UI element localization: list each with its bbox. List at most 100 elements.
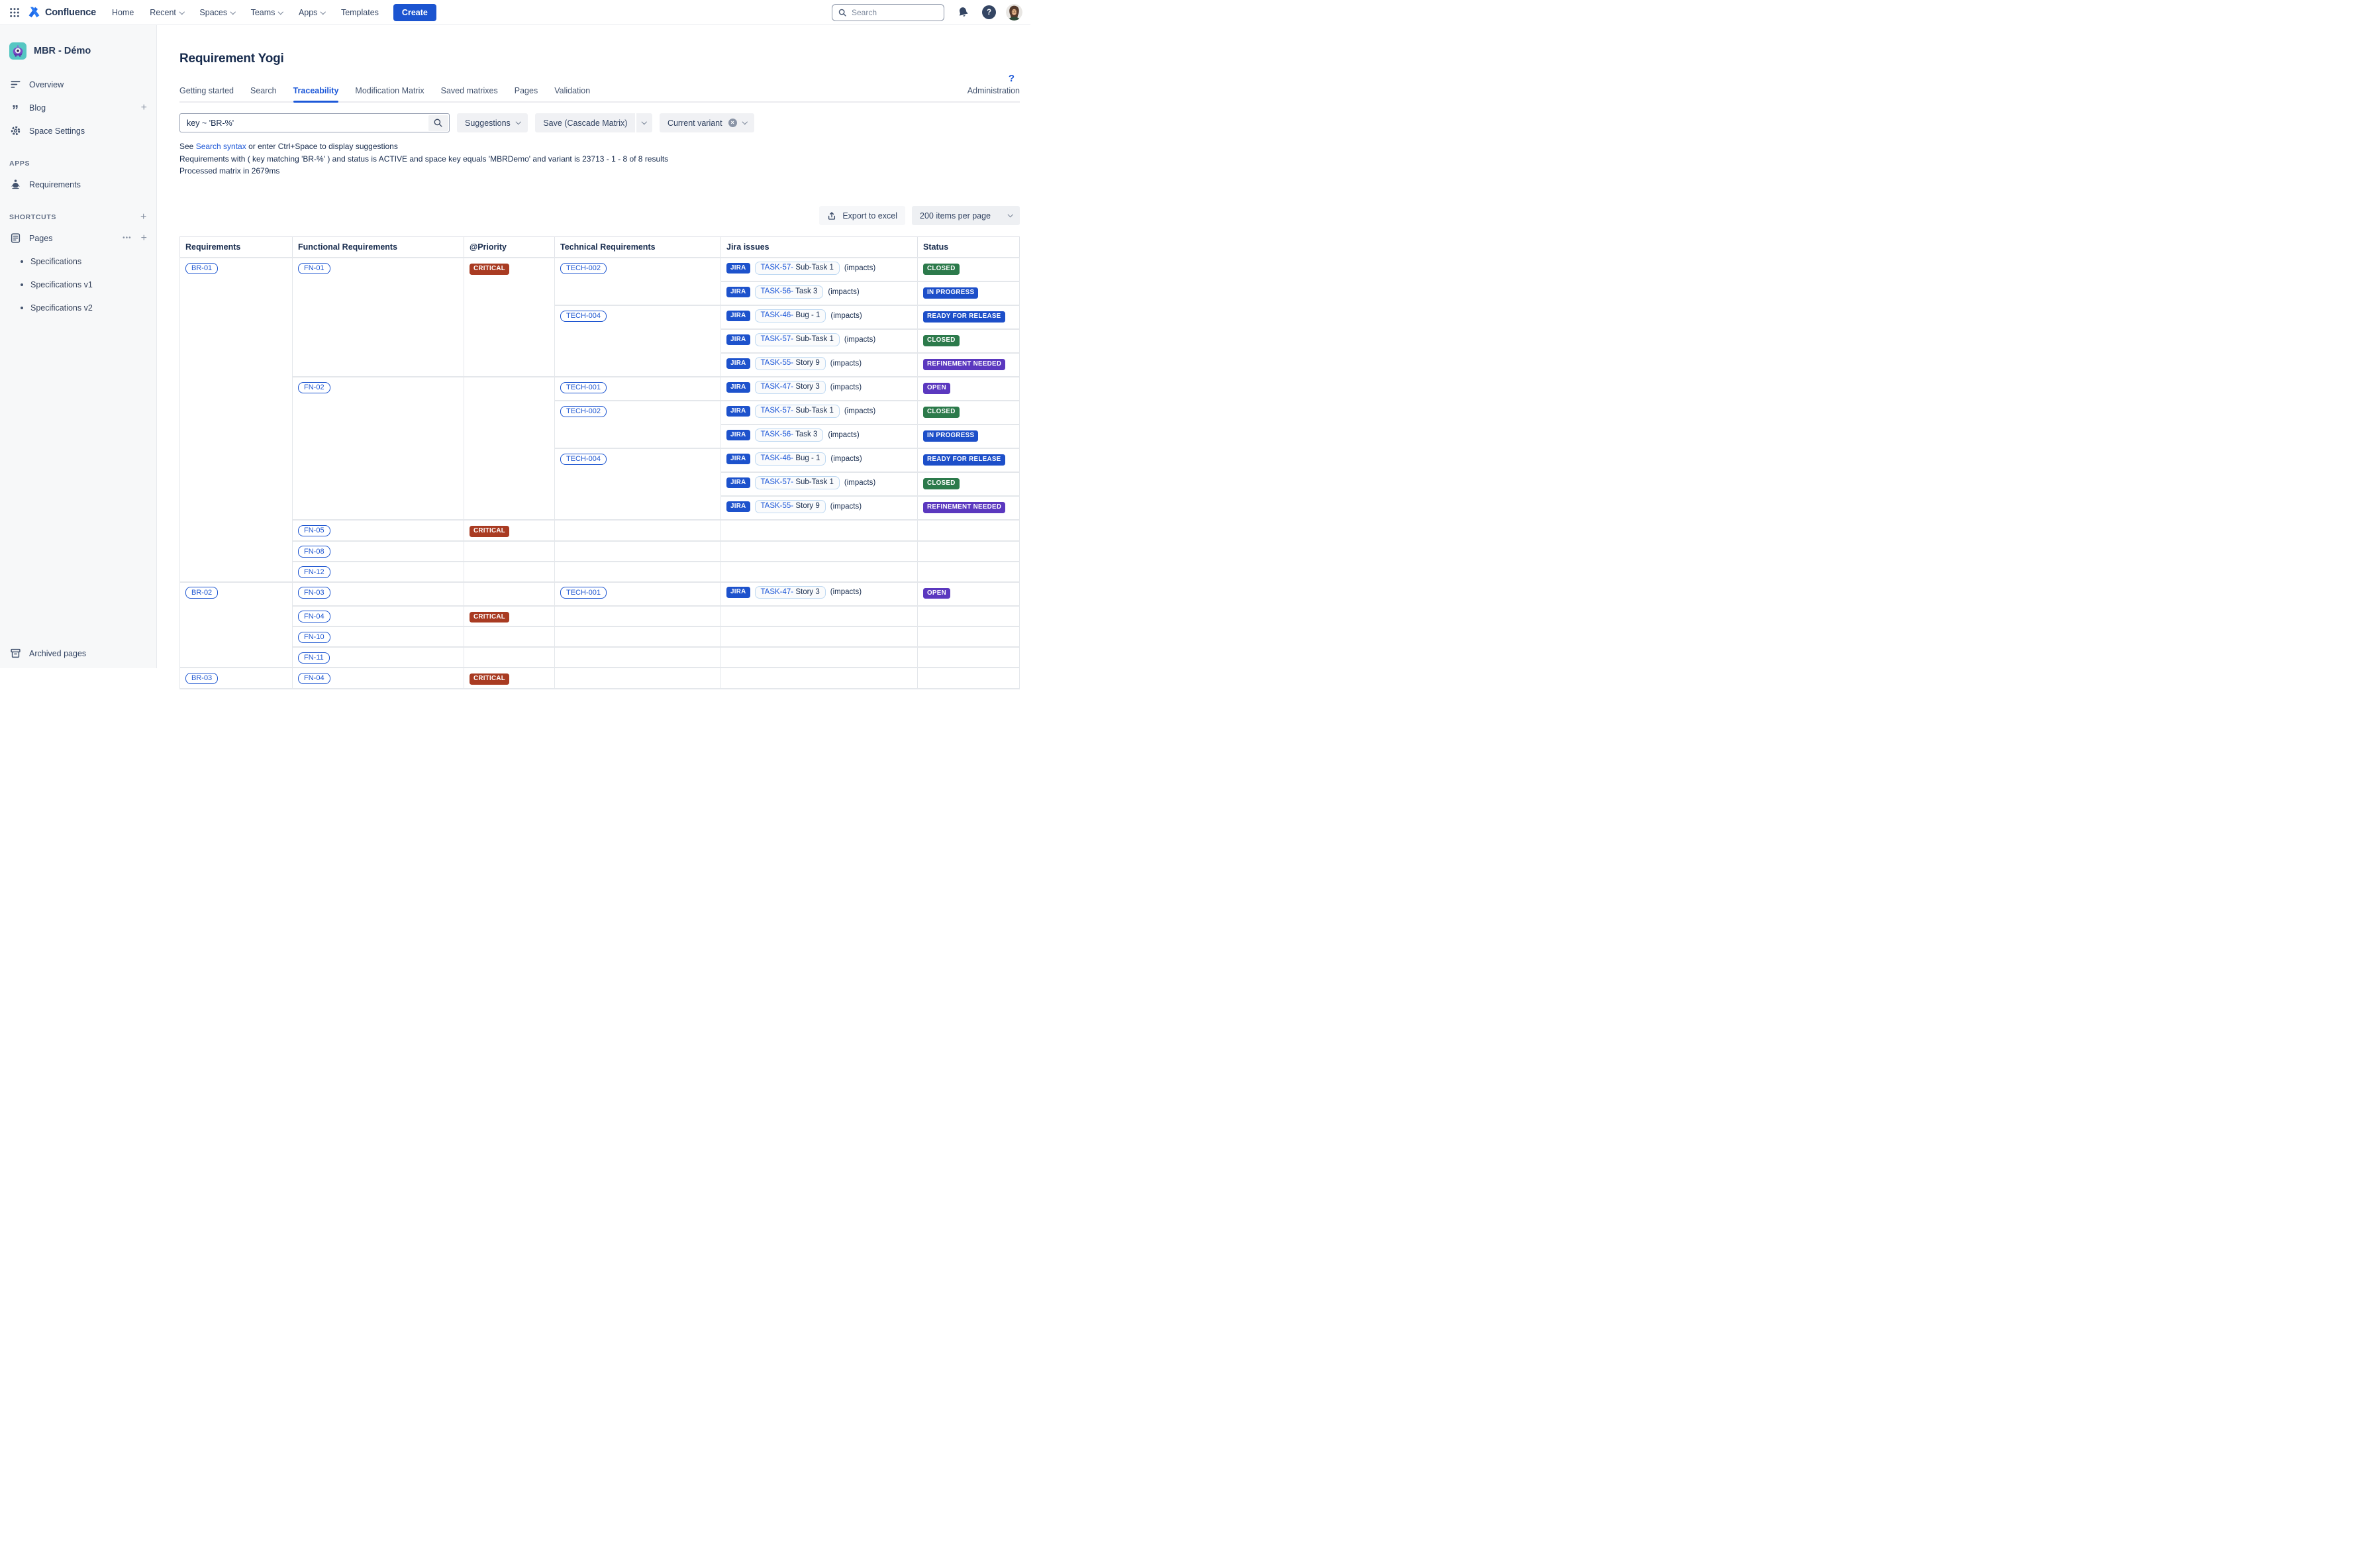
- jira-issue-key: TASK-47-: [761, 383, 794, 391]
- jira-issue-link[interactable]: TASK-56- Task 3: [755, 285, 824, 299]
- sidebar-item-archived-pages[interactable]: Archived pages: [0, 642, 156, 665]
- suggestions-button[interactable]: Suggestions: [457, 113, 528, 132]
- add-blog-button[interactable]: +: [141, 103, 147, 113]
- jira-issue-line: JIRATASK-57- Sub-Task 1(impacts): [726, 333, 912, 346]
- jira-issue-link[interactable]: TASK-55- Story 9: [755, 500, 826, 513]
- query-input[interactable]: key ~ 'BR-%': [179, 113, 450, 132]
- requirement-key-pill[interactable]: BR-02: [185, 587, 218, 599]
- jira-issue-cell: JIRATASK-46- Bug - 1(impacts): [721, 448, 918, 472]
- sidebar-item-blog[interactable]: ” Blog +: [0, 96, 156, 119]
- run-search-button[interactable]: [428, 115, 448, 131]
- empty-cell: [721, 606, 918, 627]
- jira-issue-link[interactable]: TASK-57- Sub-Task 1: [755, 262, 840, 275]
- export-to-excel-button[interactable]: Export to excel: [819, 206, 905, 225]
- requirement-key-pill[interactable]: FN-11: [298, 652, 330, 664]
- global-search-input[interactable]: Search: [832, 4, 944, 21]
- add-shortcut-button[interactable]: +: [140, 213, 147, 222]
- status-cell: READY FOR RELEASE: [918, 448, 1020, 472]
- nav-item-recent[interactable]: Recent: [150, 8, 183, 17]
- nav-item-apps[interactable]: Apps: [299, 8, 325, 17]
- nav-item-home[interactable]: Home: [112, 8, 134, 17]
- jira-type-badge: JIRA: [726, 501, 750, 513]
- column-header-priority: @Priority: [464, 237, 555, 258]
- jira-issue-link[interactable]: TASK-47- Story 3: [755, 586, 826, 599]
- jira-issue-link[interactable]: TASK-55- Story 9: [755, 357, 826, 370]
- jira-issue-cell: JIRATASK-57- Sub-Task 1(impacts): [721, 258, 918, 281]
- pages-child-list: SpecificationsSpecifications v1Specifica…: [0, 250, 156, 319]
- jira-issue-link[interactable]: TASK-46- Bug - 1: [755, 452, 826, 466]
- tab-search[interactable]: Search: [250, 86, 277, 101]
- requirement-key-pill[interactable]: FN-12: [298, 566, 330, 578]
- nav-item-spaces[interactable]: Spaces: [199, 8, 234, 17]
- jira-issue-link[interactable]: TASK-57- Sub-Task 1: [755, 405, 840, 418]
- search-hint: See Search syntax or enter Ctrl+Space to…: [179, 142, 1020, 151]
- tab-validation[interactable]: Validation: [554, 86, 590, 101]
- tab-modification-matrix[interactable]: Modification Matrix: [355, 86, 424, 101]
- sidebar-page-specifications[interactable]: Specifications: [0, 250, 156, 273]
- sidebar-item-requirements[interactable]: Requirements: [0, 173, 156, 196]
- requirement-key-pill[interactable]: FN-02: [298, 382, 330, 394]
- items-per-page-select[interactable]: 200 items per page: [912, 206, 1020, 225]
- clear-variant-icon[interactable]: ×: [728, 119, 737, 127]
- requirement-key-pill[interactable]: TECH-004: [560, 311, 607, 323]
- jira-issue-link[interactable]: TASK-57- Sub-Task 1: [755, 476, 840, 489]
- jira-issue-key: TASK-46-: [761, 311, 794, 319]
- empty-cell: [464, 562, 555, 582]
- space-header[interactable]: MBR - Démo: [0, 42, 156, 60]
- impacts-label: (impacts): [830, 455, 862, 463]
- current-variant-button[interactable]: Current variant ×: [660, 113, 754, 132]
- ry-help-icon[interactable]: ?: [1009, 73, 1015, 84]
- sidebar-item-space-settings[interactable]: Space Settings: [0, 119, 156, 142]
- tab-getting-started[interactable]: Getting started: [179, 86, 234, 101]
- requirement-key-pill[interactable]: FN-05: [298, 525, 330, 537]
- requirement-key-pill[interactable]: TECH-002: [560, 406, 607, 418]
- tab-administration[interactable]: Administration: [967, 86, 1020, 101]
- space-name: MBR - Démo: [34, 46, 91, 56]
- status-badge: READY FOR RELEASE: [923, 311, 1005, 323]
- tab-traceability[interactable]: Traceability: [293, 86, 339, 101]
- jira-issue-key: TASK-55-: [761, 502, 794, 510]
- save-options-button[interactable]: [636, 113, 652, 132]
- confluence-home-link[interactable]: Confluence: [28, 6, 96, 19]
- save-cascade-matrix-button[interactable]: Save (Cascade Matrix): [535, 113, 635, 132]
- requirement-cell: FN-10: [293, 626, 464, 647]
- table-row: FN-10: [180, 626, 1020, 647]
- requirement-key-pill[interactable]: TECH-001: [560, 382, 607, 394]
- priority-cell: [464, 377, 555, 520]
- requirement-key-pill[interactable]: FN-04: [298, 673, 330, 685]
- requirement-key-pill[interactable]: TECH-004: [560, 454, 607, 466]
- requirement-key-pill[interactable]: FN-04: [298, 611, 330, 622]
- jira-issue-link[interactable]: TASK-46- Bug - 1: [755, 309, 826, 323]
- app-switcher-button[interactable]: [7, 5, 23, 21]
- requirement-key-pill[interactable]: BR-03: [185, 673, 218, 685]
- jira-issue-link[interactable]: TASK-57- Sub-Task 1: [755, 333, 840, 346]
- jira-issue-link[interactable]: TASK-47- Story 3: [755, 381, 826, 394]
- requirement-key-pill[interactable]: FN-01: [298, 263, 330, 275]
- requirement-key-pill[interactable]: TECH-001: [560, 587, 607, 599]
- nav-item-templates[interactable]: Templates: [341, 8, 379, 17]
- requirement-key-pill[interactable]: FN-10: [298, 632, 330, 644]
- jira-issue-link[interactable]: TASK-56- Task 3: [755, 428, 824, 442]
- nav-item-teams[interactable]: Teams: [251, 8, 283, 17]
- requirement-cell: FN-08: [293, 541, 464, 562]
- requirement-key-pill[interactable]: BR-01: [185, 263, 218, 275]
- requirement-key-pill[interactable]: FN-08: [298, 546, 330, 558]
- sidebar-item-overview[interactable]: Overview: [0, 73, 156, 96]
- table-row: FN-05CRITICAL: [180, 520, 1020, 541]
- search-syntax-link[interactable]: Search syntax: [196, 142, 246, 151]
- priority-cell: CRITICAL: [464, 668, 555, 689]
- jira-issue-summary: Story 9: [793, 502, 820, 510]
- requirement-key-pill[interactable]: FN-03: [298, 587, 330, 599]
- sidebar-item-pages[interactable]: Pages ••• +: [0, 226, 156, 250]
- sidebar-page-specifications-v1[interactable]: Specifications v1: [0, 273, 156, 296]
- add-page-button[interactable]: +: [141, 234, 147, 243]
- requirement-key-pill[interactable]: TECH-002: [560, 263, 607, 275]
- tab-pages[interactable]: Pages: [515, 86, 538, 101]
- user-avatar[interactable]: [1006, 4, 1022, 21]
- notifications-button[interactable]: [954, 3, 972, 21]
- tab-saved-matrixes[interactable]: Saved matrixes: [441, 86, 498, 101]
- create-button[interactable]: Create: [393, 4, 436, 21]
- help-button[interactable]: ?: [982, 5, 996, 19]
- pages-more-button[interactable]: •••: [123, 234, 132, 242]
- sidebar-page-specifications-v2[interactable]: Specifications v2: [0, 296, 156, 319]
